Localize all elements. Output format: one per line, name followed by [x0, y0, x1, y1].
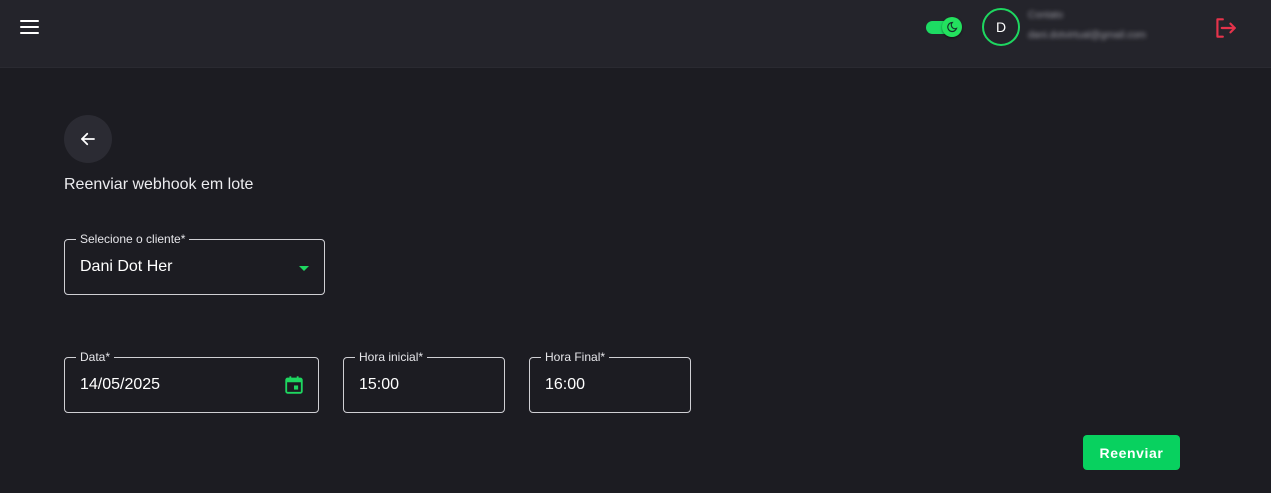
- calendar-icon[interactable]: [283, 374, 305, 396]
- toggle-knob: [942, 17, 962, 37]
- menu-icon[interactable]: [18, 16, 42, 38]
- moon-icon: [947, 21, 958, 33]
- resend-button[interactable]: Reenviar: [1083, 435, 1180, 470]
- start-time-value: 15:00: [359, 376, 400, 393]
- date-field-label: Data*: [76, 349, 115, 365]
- end-time-label: Hora Final*: [541, 349, 610, 365]
- client-select-value: Dani Dot Her: [80, 258, 173, 275]
- theme-toggle[interactable]: [925, 17, 963, 37]
- top-app-bar: D Contato dani.dotvirtual@gmail.com: [0, 0, 1271, 67]
- end-time-field[interactable]: Hora Final* 16:00: [529, 349, 691, 413]
- user-email: dani.dotvirtual@gmail.com: [1028, 30, 1146, 41]
- logout-button[interactable]: [1212, 15, 1238, 41]
- page-title: Reenviar webhook em lote: [64, 176, 254, 193]
- avatar[interactable]: D: [982, 8, 1020, 46]
- end-time-value: 16:00: [545, 376, 586, 393]
- client-select-label: Selecione o cliente*: [76, 231, 190, 247]
- logout-icon: [1216, 18, 1236, 38]
- client-select[interactable]: Selecione o cliente* Dani Dot Her: [64, 231, 325, 295]
- chevron-down-icon: [299, 266, 309, 271]
- back-button[interactable]: [64, 115, 112, 163]
- start-time-label: Hora inicial*: [355, 349, 428, 365]
- user-name: Contato: [1028, 10, 1064, 21]
- date-field[interactable]: Data* 14/05/2025: [64, 349, 319, 413]
- start-time-field[interactable]: Hora inicial* 15:00: [343, 349, 505, 413]
- arrow-left-icon: [81, 132, 95, 146]
- date-field-value: 14/05/2025: [80, 376, 161, 393]
